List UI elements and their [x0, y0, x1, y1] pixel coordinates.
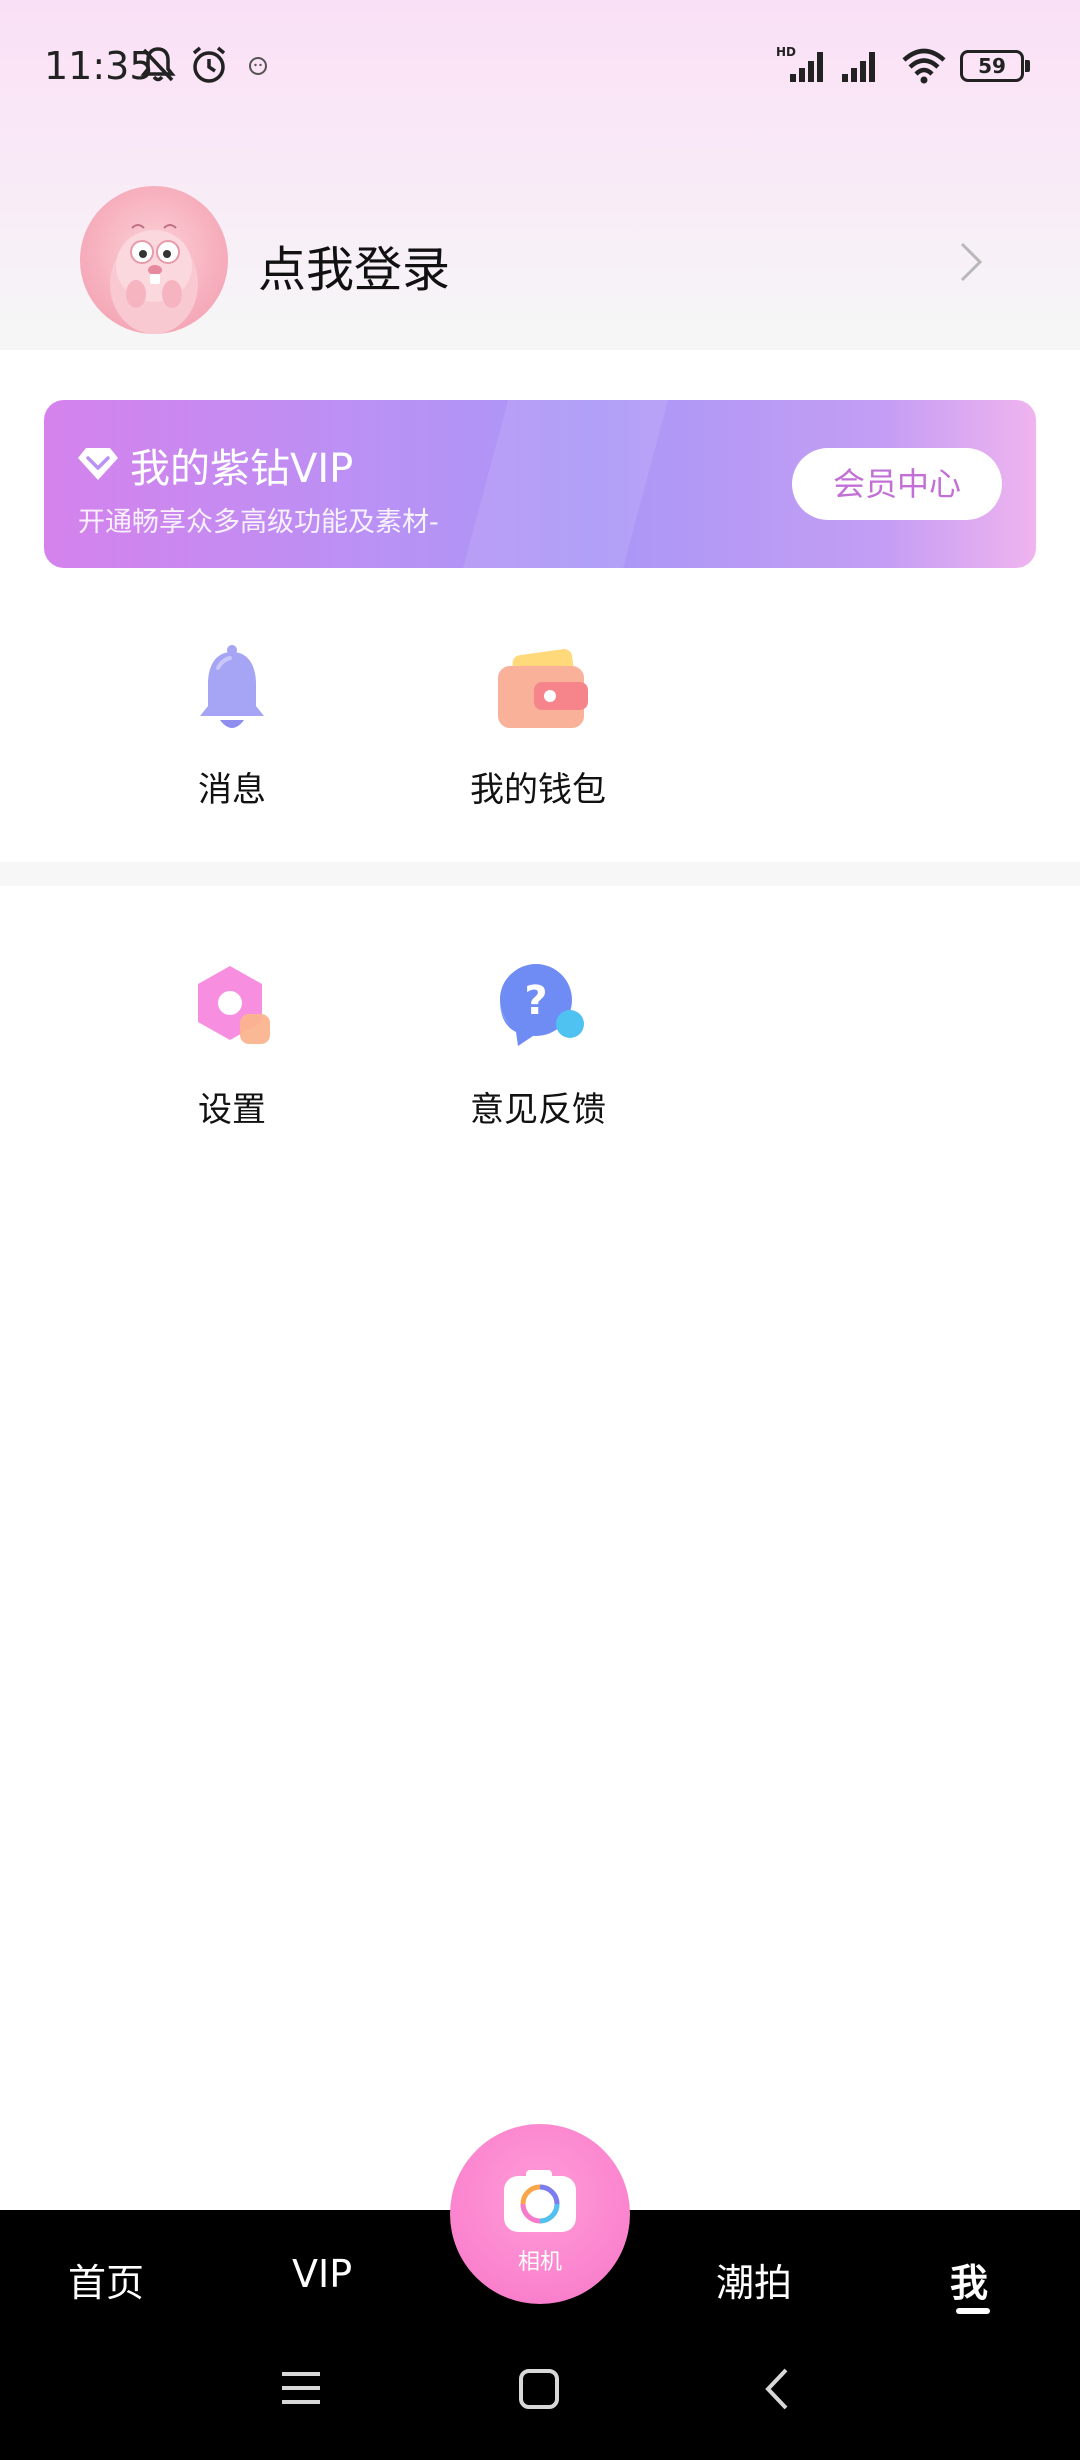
camera-icon [502, 2168, 578, 2238]
member-center-button[interactable]: 会员中心 [792, 448, 1002, 520]
svg-text:HD: HD [776, 45, 796, 59]
messages-item[interactable]: 消息 [122, 640, 342, 820]
menu-icon[interactable] [280, 2368, 322, 2412]
tab-vip[interactable]: VIP [292, 2252, 352, 2296]
wallet-icon [488, 640, 588, 740]
wallet-label: 我的钱包 [470, 770, 606, 810]
bell-icon [182, 640, 282, 740]
wifi-icon [900, 44, 948, 90]
app-notification-icon [248, 56, 268, 80]
feedback-icon: ? [488, 960, 588, 1060]
status-bar: 11:35 HD 59 [0, 0, 1080, 130]
battery-icon: 59 [960, 50, 1030, 82]
battery-level: 59 [978, 54, 1006, 78]
camera-button[interactable]: 相机 [450, 2124, 630, 2304]
tab-me[interactable]: 我 [950, 2252, 988, 2307]
hd-signal-icon: HD [776, 44, 828, 90]
feedback-item[interactable]: ? 意见反馈 [428, 960, 648, 1140]
vip-card[interactable]: 我的紫钻VIP 开通畅享众多高级功能及素材- 会员中心 [44, 400, 1036, 568]
tab-home[interactable]: 首页 [68, 2252, 144, 2307]
section-divider [0, 862, 1080, 886]
system-nav-bar [0, 2346, 1080, 2446]
feedback-label: 意见反馈 [470, 1090, 606, 1130]
chevron-right-icon[interactable] [956, 240, 986, 288]
alarm-icon [188, 44, 230, 90]
settings-label: 设置 [198, 1090, 266, 1130]
login-link[interactable]: 点我登录 [258, 230, 450, 300]
svg-text:?: ? [524, 978, 547, 1024]
home-icon[interactable] [518, 2368, 560, 2414]
back-icon[interactable] [762, 2366, 792, 2416]
avatar[interactable] [80, 186, 228, 334]
wallet-item[interactable]: 我的钱包 [428, 640, 648, 820]
tab-trend-shoot[interactable]: 潮拍 [716, 2252, 792, 2307]
diamond-icon [76, 444, 120, 488]
vip-subtitle: 开通畅享众多高级功能及素材- [78, 507, 439, 538]
signal-icon [838, 44, 888, 90]
settings-icon [182, 960, 282, 1060]
messages-label: 消息 [198, 770, 266, 810]
settings-item[interactable]: 设置 [122, 960, 342, 1140]
active-tab-indicator [956, 2308, 990, 2314]
bell-off-icon [138, 44, 178, 88]
vip-title: 我的紫钻VIP [130, 446, 354, 492]
camera-label: 相机 [517, 2250, 562, 2275]
